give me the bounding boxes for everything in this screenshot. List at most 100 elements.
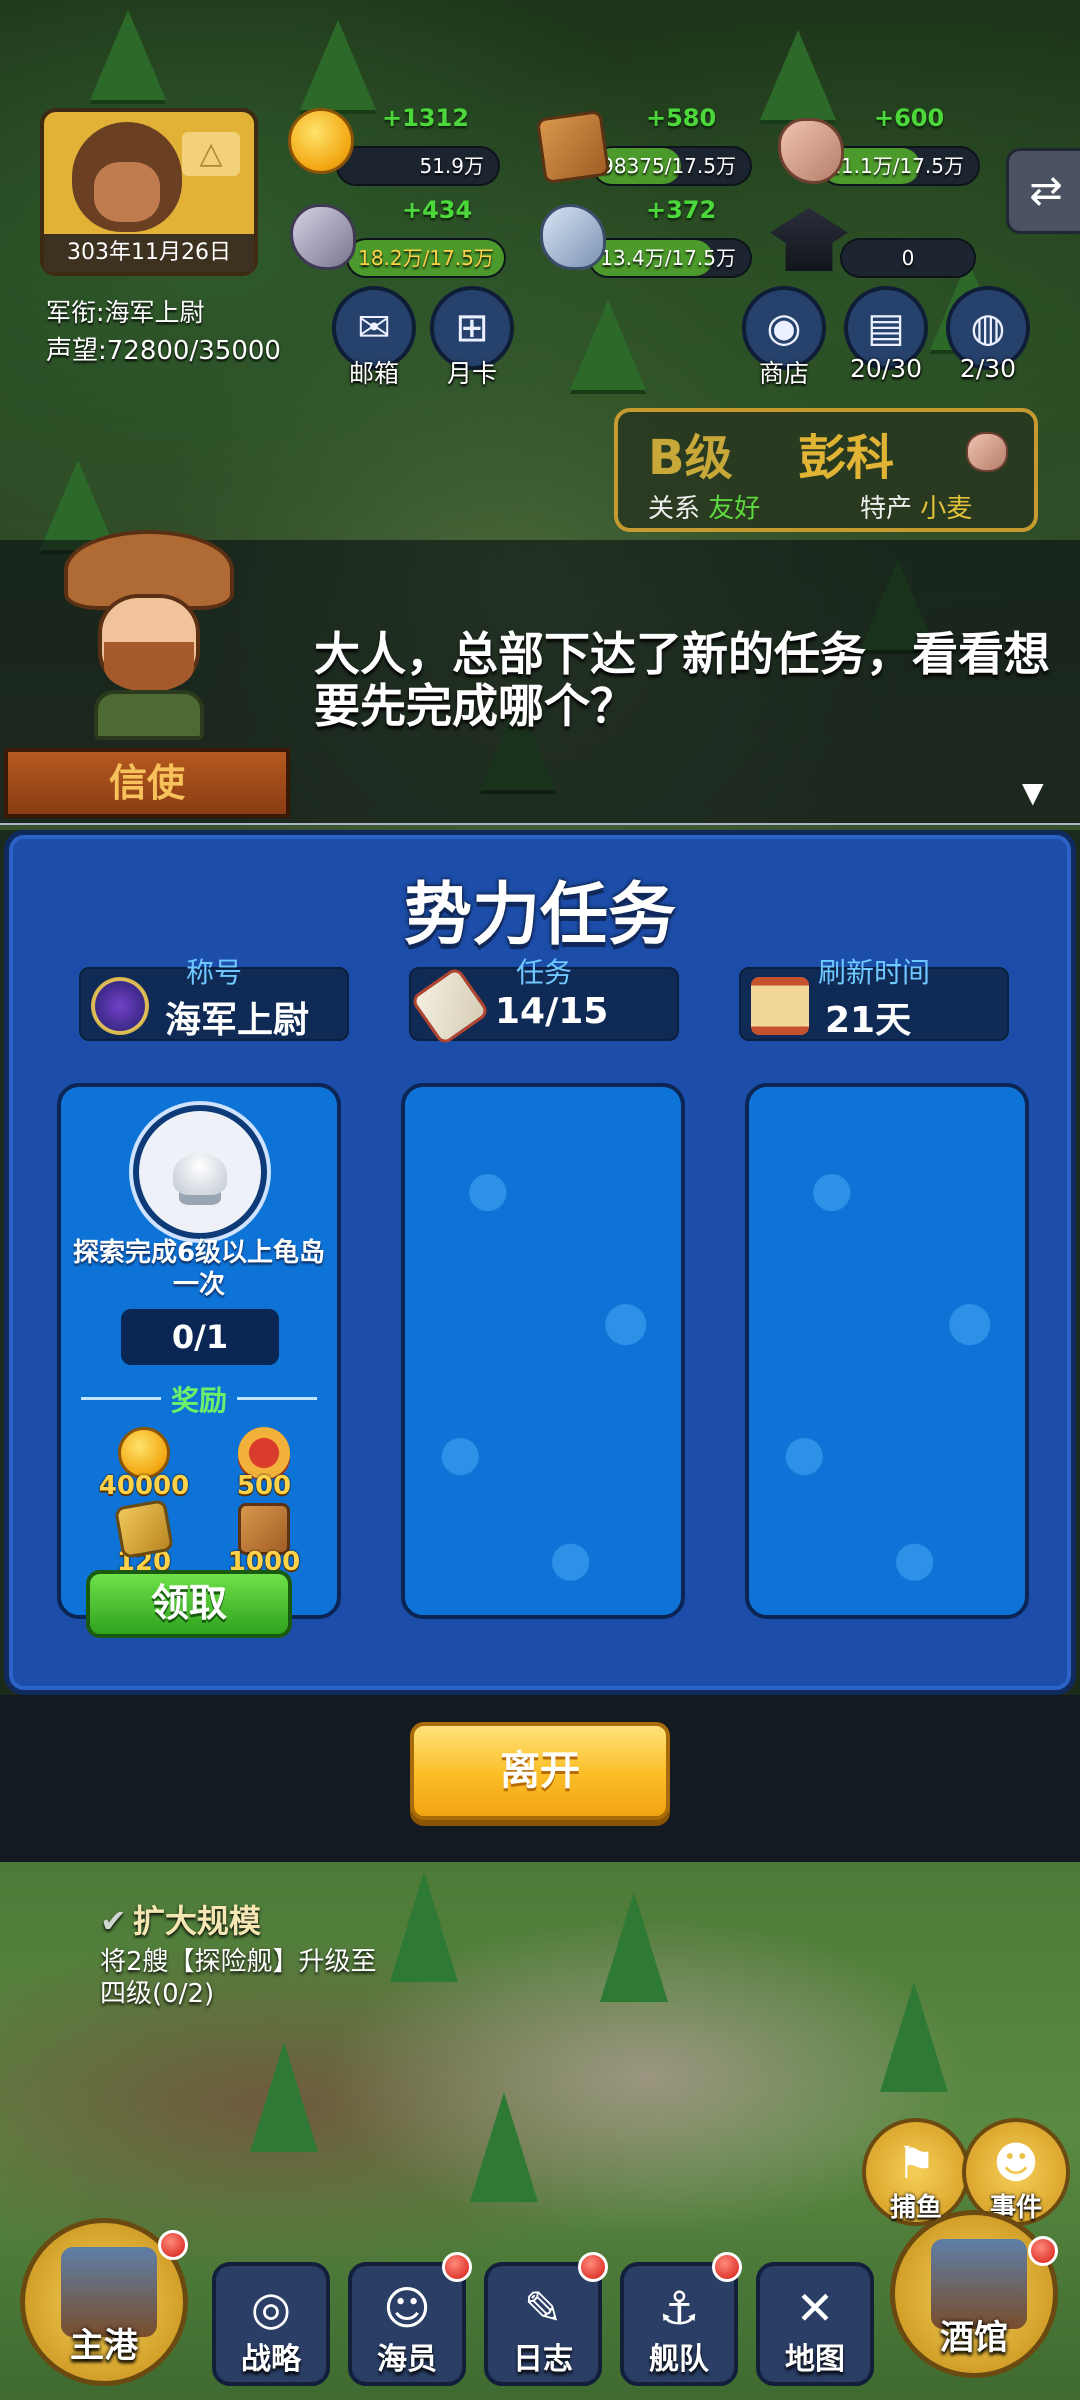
quest-title-text: 扩大规模 bbox=[132, 1902, 261, 1940]
task-progress: 0/1 bbox=[121, 1309, 279, 1365]
monthly-card-label: 月卡 bbox=[446, 359, 497, 388]
nav-tavern[interactable]: 酒馆 bbox=[890, 2210, 1058, 2378]
wood-bar: 98375/17.5万 bbox=[592, 146, 752, 186]
crystal-bar: 13.4万/17.5万 bbox=[588, 238, 752, 278]
gold-amount: 51.9万 bbox=[419, 154, 484, 178]
body bbox=[94, 690, 204, 740]
shop-label: 商店 bbox=[758, 359, 809, 388]
rank-line: 军衔:海军上尉 bbox=[46, 293, 204, 329]
swap-arrows-icon: ⇄ bbox=[1029, 168, 1063, 214]
crystal-amount: 13.4万/17.5万 bbox=[600, 246, 736, 270]
relation: 关系 友好 bbox=[648, 488, 760, 525]
relation-value: 友好 bbox=[708, 494, 761, 524]
stone-amount: 11.1万/17.5万 bbox=[828, 154, 964, 178]
specialty-label: 特产 bbox=[860, 494, 913, 524]
notification-dot bbox=[158, 2230, 188, 2260]
strategy-label: 战略 bbox=[241, 2342, 301, 2377]
reward-value: 500 bbox=[236, 1471, 292, 1501]
task-count-info: 任务 14/15 bbox=[409, 956, 679, 1047]
game-date: 303年11月26日 bbox=[44, 234, 254, 272]
relation-label: 关系 bbox=[648, 494, 701, 524]
ore-bar: 18.2万/17.5万 bbox=[346, 238, 506, 278]
avatar bbox=[72, 122, 182, 232]
beard bbox=[104, 642, 194, 692]
backpack-count: 2/30 bbox=[959, 354, 1017, 383]
reward-bag: 120 bbox=[89, 1498, 199, 1577]
task-value: 14/15 bbox=[495, 991, 609, 1032]
quest-tip[interactable]: ✔ 扩大规模 将2艘【探险舰】升级至四级(0/2) bbox=[100, 1896, 400, 2010]
reward-value: 40000 bbox=[98, 1471, 190, 1501]
nav-map[interactable]: ✕ 地图 bbox=[756, 2262, 874, 2386]
task-description: 探索完成6级以上龟岛一次 bbox=[72, 1238, 326, 1300]
quest-detail: 将2艘【探险舰】升级至四级(0/2) bbox=[100, 1947, 377, 2009]
task-card-empty-3 bbox=[745, 1083, 1029, 1619]
task-card-1[interactable]: 探索完成6级以上龟岛一次 0/1 奖励 40000 500 120 1000 bbox=[57, 1083, 341, 1619]
task-card-empty-2 bbox=[401, 1083, 685, 1619]
crystal-gain: +372 bbox=[646, 196, 717, 224]
specialty: 特产 小麦 bbox=[860, 488, 972, 525]
player-portrait[interactable]: △ 303年11月26日 bbox=[40, 108, 258, 276]
map-label: 地图 bbox=[785, 2342, 845, 2377]
specialty-value: 小麦 bbox=[920, 494, 973, 524]
next-arrow-icon[interactable]: ▼ bbox=[1022, 776, 1044, 809]
reward-header: 奖励 bbox=[81, 1379, 317, 1419]
notification-dot bbox=[578, 2252, 608, 2282]
nav-log[interactable]: ✎ 日志 bbox=[484, 2262, 602, 2386]
faction-info[interactable]: B级 彭科 关系 友好 特产 小麦 bbox=[614, 408, 1038, 532]
divider bbox=[237, 1397, 317, 1400]
fame-line: 声望:72800/35000 bbox=[46, 330, 281, 367]
fleet-label: 舰队 bbox=[649, 2342, 709, 2377]
nav-strategy[interactable]: ◎ 战略 bbox=[212, 2262, 330, 2386]
notification-dot bbox=[1028, 2236, 1058, 2266]
crew-label: 海员 bbox=[377, 2342, 437, 2377]
refresh-value: 21天 bbox=[825, 1000, 912, 1041]
faction-grade: B级 bbox=[648, 430, 733, 486]
notification-dot bbox=[442, 2252, 472, 2282]
stone-gain: +600 bbox=[874, 104, 945, 132]
check-icon: ✔ bbox=[100, 1902, 127, 1940]
rank-value: 海军上尉 bbox=[104, 298, 205, 327]
panel-title: 势力任务 bbox=[403, 876, 676, 955]
wood-amount: 98375/17.5万 bbox=[601, 154, 736, 178]
title-info: 称号 海军上尉 bbox=[79, 956, 349, 1041]
fishing-button[interactable]: ⚑ 捕鱼 bbox=[862, 2118, 970, 2226]
gold-bar: 51.9万 bbox=[336, 146, 500, 186]
faction-task-panel: 势力任务 称号 海军上尉 任务 14/15 刷新时间 21天 探索完成6级以上龟… bbox=[4, 830, 1076, 1695]
swap-arrows-button[interactable]: ⇄ bbox=[1006, 148, 1080, 234]
dialogue-text: 大人，总部下达了新的任务，看看想要先完成哪个？ bbox=[314, 627, 1050, 733]
log-label: 日志 bbox=[513, 2342, 573, 2377]
gold-gain: +1312 bbox=[382, 104, 469, 132]
hourglass-icon bbox=[751, 977, 809, 1035]
ore-gain: +434 bbox=[402, 196, 473, 224]
notification-dot bbox=[712, 2252, 742, 2282]
ship-helmet-icon bbox=[133, 1105, 267, 1239]
scholar-amount: 0 bbox=[901, 246, 915, 270]
reward-gold: 40000 bbox=[89, 1427, 199, 1501]
fame-value: 72800/35000 bbox=[106, 336, 281, 366]
stone-bar: 11.1万/17.5万 bbox=[820, 146, 980, 186]
reward-wood: 1000 bbox=[209, 1503, 319, 1577]
messenger-character bbox=[64, 530, 234, 740]
rank-label: 军衔: bbox=[46, 298, 105, 327]
nav-crew[interactable]: ☺ 海员 bbox=[348, 2262, 466, 2386]
faction-name: 彭科 bbox=[798, 430, 895, 486]
refresh-info: 刷新时间 21天 bbox=[739, 956, 1009, 1041]
home-port-label: 主港 bbox=[70, 2326, 138, 2366]
leave-button[interactable]: 离开 bbox=[410, 1722, 670, 1820]
reward-medal: 500 bbox=[209, 1427, 319, 1501]
bag-icon bbox=[113, 1498, 175, 1560]
gold-coin-icon bbox=[288, 108, 354, 174]
ore-amount: 18.2万/17.5万 bbox=[358, 246, 494, 270]
scholar-bar: 0 bbox=[840, 238, 976, 278]
stone-icon bbox=[966, 432, 1008, 472]
mail-label: 邮箱 bbox=[348, 359, 399, 388]
rank-badge-icon bbox=[91, 977, 149, 1035]
quest-title: ✔ 扩大规模 bbox=[100, 1896, 400, 1942]
rank-triangle-icon: △ bbox=[182, 132, 240, 176]
wood-gain: +580 bbox=[646, 104, 717, 132]
speaker-name: 信使 bbox=[4, 748, 290, 818]
claim-button[interactable]: 领取 bbox=[86, 1570, 292, 1638]
wood-icon bbox=[535, 109, 611, 185]
fame-label: 声望: bbox=[46, 336, 107, 366]
title-value: 海军上尉 bbox=[165, 1000, 310, 1041]
